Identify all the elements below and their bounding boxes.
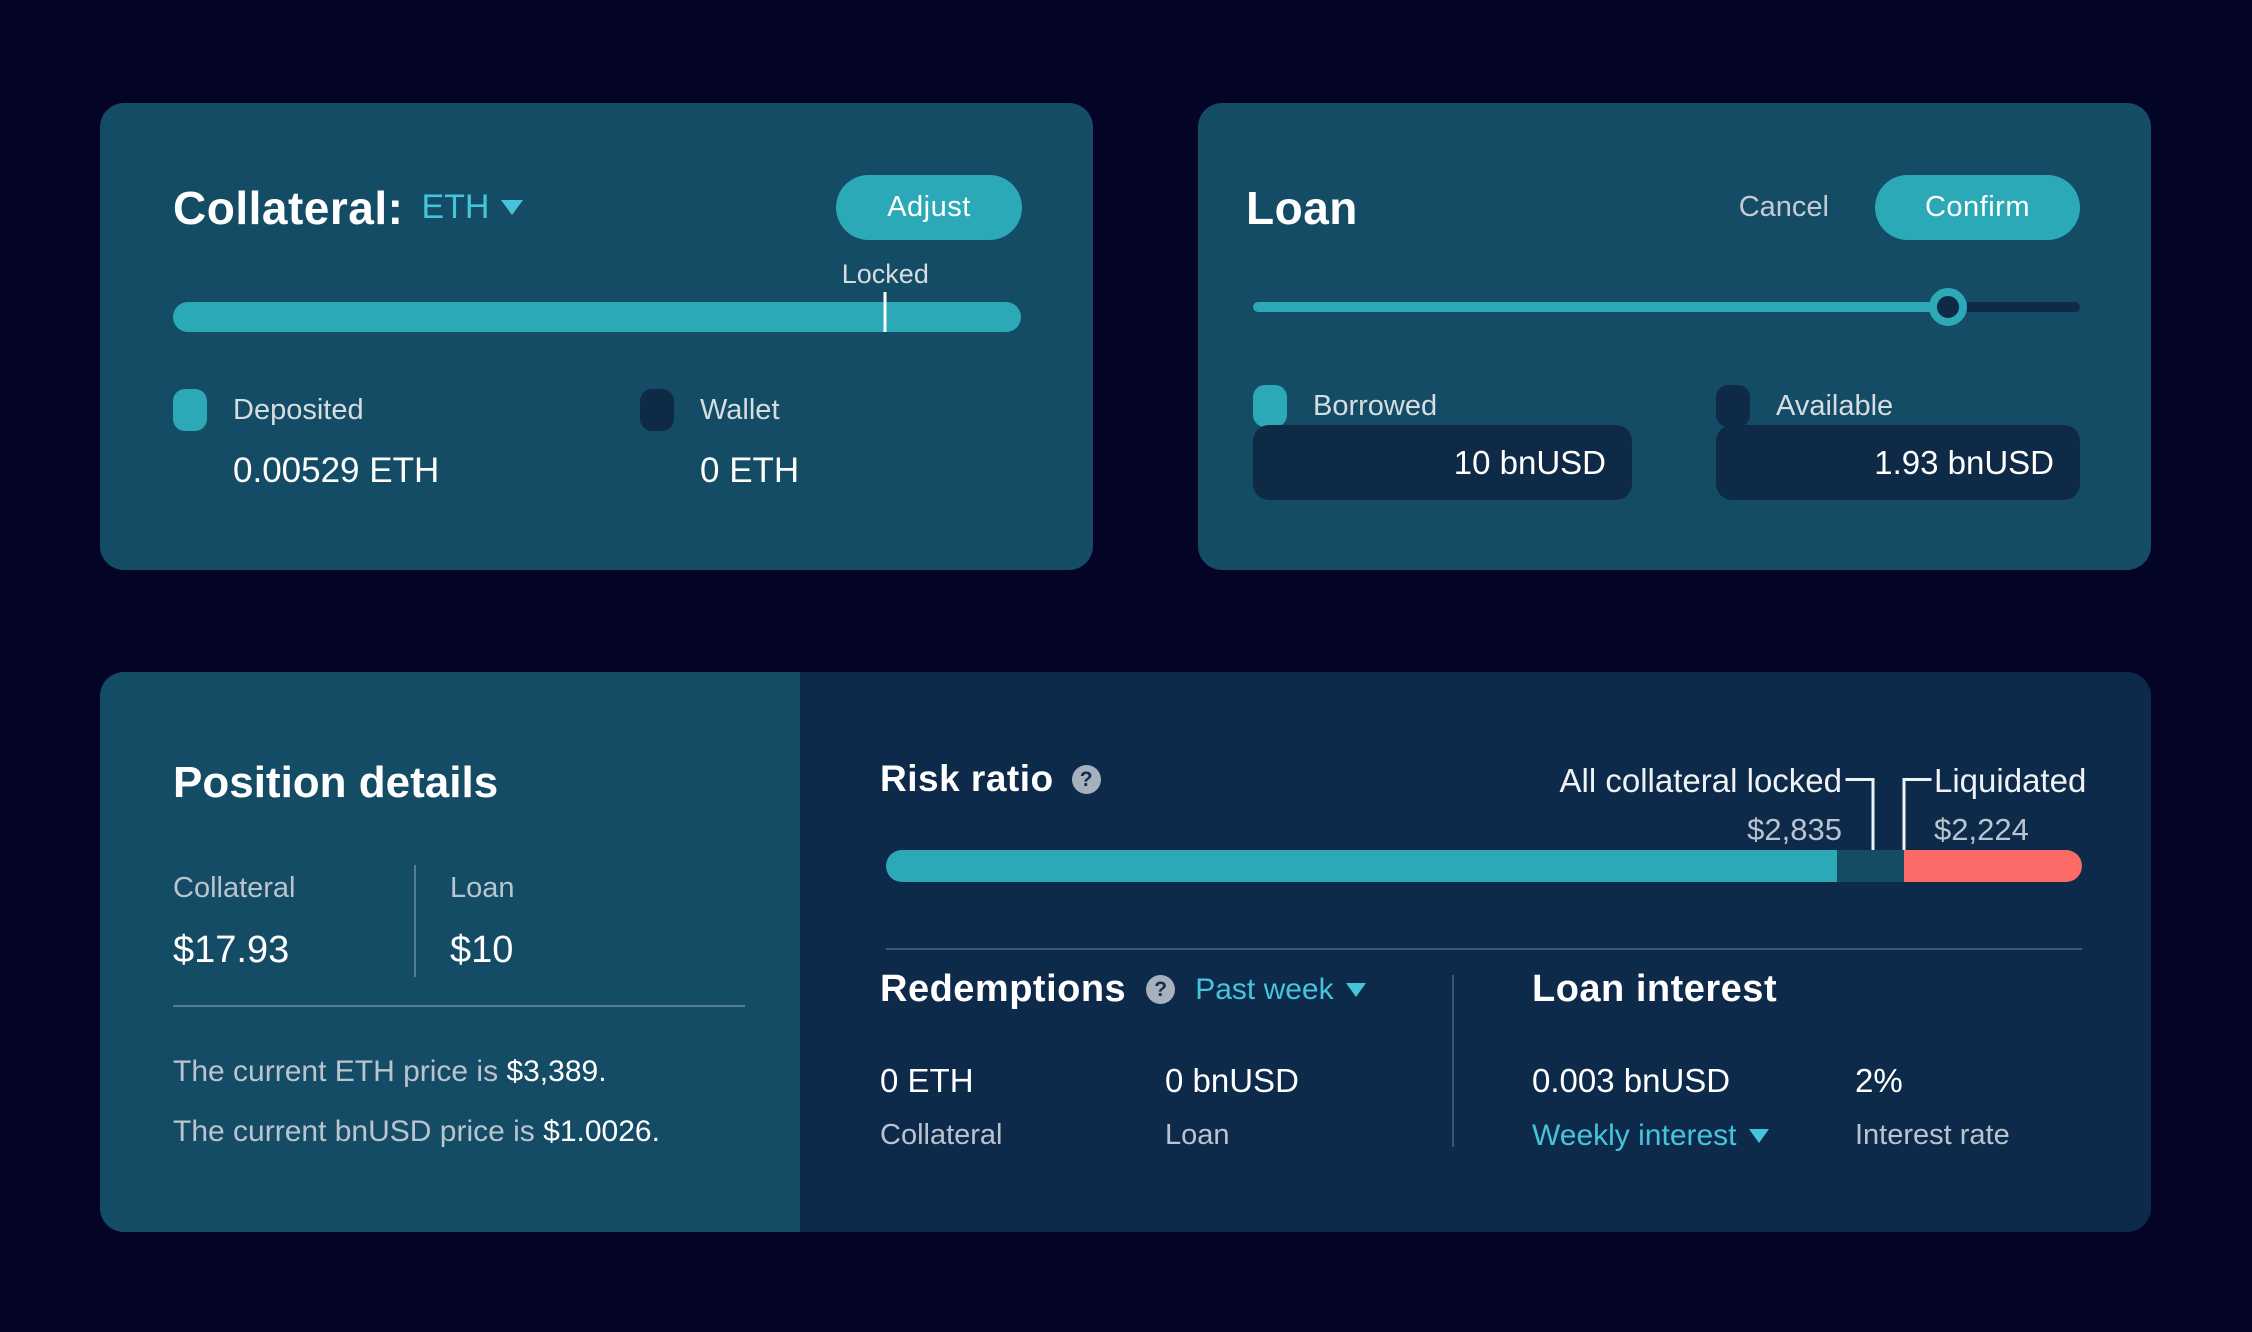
borrowed-checkbox[interactable] xyxy=(1253,385,1287,427)
collateral-title: Collateral: xyxy=(173,181,403,235)
deposited-value: 0.00529 ETH xyxy=(173,451,439,491)
locked-tick xyxy=(884,292,887,332)
loan-slider[interactable] xyxy=(1253,288,2080,326)
bnusd-price-value: $1.0026 xyxy=(543,1115,651,1148)
liquidated-marker: Liquidated $2,224 xyxy=(1934,762,2086,848)
position-loan-label: Loan xyxy=(450,872,515,905)
chevron-down-icon xyxy=(1749,1129,1769,1143)
available-label: Available xyxy=(1776,390,1893,423)
borrowed-label: Borrowed xyxy=(1313,390,1437,423)
redemptions-header: Redemptions ? Past week xyxy=(880,968,1366,1011)
redemptions-loan-label: Loan xyxy=(1165,1119,1230,1152)
risk-ratio-title: Risk ratio xyxy=(880,758,1054,800)
collateral-slider[interactable] xyxy=(173,302,1021,332)
position-collateral-label: Collateral xyxy=(173,872,296,905)
redemptions-interest-divider xyxy=(1452,975,1454,1147)
position-details-title: Position details xyxy=(173,758,498,808)
risk-bar-warning-segment xyxy=(1837,850,1904,882)
collateral-header: Collateral: ETH Adjust xyxy=(173,175,1022,240)
wallet-label: Wallet xyxy=(700,394,780,427)
bnusd-price-note: The current bnUSD price is $1.0026. xyxy=(173,1115,660,1149)
all-collateral-locked-value: $2,835 xyxy=(1560,812,1842,848)
stat-divider xyxy=(414,865,416,977)
deposited-checkbox[interactable] xyxy=(173,389,207,431)
risk-section-divider xyxy=(886,948,2082,950)
loan-title: Loan xyxy=(1246,181,1358,235)
redemptions-collateral-label: Collateral xyxy=(880,1119,1003,1152)
risk-ratio-bar xyxy=(886,850,2082,882)
bnusd-price-prefix: The current bnUSD price is xyxy=(173,1115,543,1148)
redemptions-loan-value: 0 bnUSD xyxy=(1165,1062,1299,1100)
position-details-section: Position details Collateral $17.93 Loan … xyxy=(100,672,800,1232)
available-amount-input[interactable]: 1.93 bnUSD xyxy=(1716,425,2080,500)
chevron-down-icon[interactable] xyxy=(501,200,523,215)
risk-bar-liquidation-segment xyxy=(1904,850,2082,882)
eth-price-value: $3,389 xyxy=(506,1055,598,1088)
question-mark-icon[interactable]: ? xyxy=(1146,975,1175,1004)
section-divider xyxy=(173,1005,745,1007)
available-checkbox[interactable] xyxy=(1716,385,1750,427)
wallet-column: Wallet 0 ETH xyxy=(640,389,799,491)
wallet-value: 0 ETH xyxy=(640,451,799,491)
loan-card: Loan Cancel Confirm Borrowed Available 1… xyxy=(1198,103,2151,570)
cancel-button[interactable]: Cancel xyxy=(1739,191,1829,224)
position-loan-stat: Loan $10 xyxy=(450,872,515,972)
eth-price-prefix: The current ETH price is xyxy=(173,1055,506,1088)
loan-interest-header: Loan interest xyxy=(1532,968,1777,1011)
liquidated-value: $2,224 xyxy=(1934,812,2086,848)
liquidated-label: Liquidated xyxy=(1934,762,2086,800)
bnusd-price-suffix: . xyxy=(652,1115,660,1148)
available-column: Available xyxy=(1716,385,1893,427)
weekly-interest-dropdown[interactable]: Weekly interest xyxy=(1532,1119,1769,1153)
liquidated-line-tick xyxy=(1905,778,1931,781)
interest-rate-value: 2% xyxy=(1855,1062,1903,1100)
deposited-label: Deposited xyxy=(233,394,364,427)
confirm-button[interactable]: Confirm xyxy=(1875,175,2080,240)
locked-marker-label: Locked xyxy=(842,259,929,290)
loan-interest-title: Loan interest xyxy=(1532,968,1777,1011)
borrowed-amount-input[interactable]: 10 bnUSD xyxy=(1253,425,1632,500)
locked-line-tick xyxy=(1845,778,1871,781)
eth-price-suffix: . xyxy=(598,1055,606,1088)
risk-ratio-header: Risk ratio ? xyxy=(880,758,1101,800)
all-collateral-locked-marker: All collateral locked $2,835 xyxy=(1560,762,1842,848)
position-panel: Position details Collateral $17.93 Loan … xyxy=(100,672,2151,1232)
position-collateral-value: $17.93 xyxy=(173,929,296,972)
all-collateral-locked-label: All collateral locked xyxy=(1560,762,1842,800)
borrowed-column: Borrowed xyxy=(1253,385,1437,427)
loan-slider-fill xyxy=(1253,302,1948,312)
redemptions-title: Redemptions xyxy=(880,968,1126,1011)
eth-price-note: The current ETH price is $3,389. xyxy=(173,1055,607,1089)
redemptions-period-dropdown[interactable]: Past week xyxy=(1195,973,1365,1007)
weekly-interest-value: 0.003 bnUSD xyxy=(1532,1062,1730,1100)
wallet-checkbox[interactable] xyxy=(640,389,674,431)
adjust-button[interactable]: Adjust xyxy=(836,175,1022,240)
position-loan-value: $10 xyxy=(450,929,515,972)
redemptions-collateral-value: 0 ETH xyxy=(880,1062,974,1100)
risk-bar-safe-segment xyxy=(886,850,1837,882)
chevron-down-icon xyxy=(1346,983,1366,997)
loan-header: Loan Cancel Confirm xyxy=(1246,175,2080,240)
interest-rate-label: Interest rate xyxy=(1855,1119,2010,1152)
weekly-interest-label: Weekly interest xyxy=(1532,1119,1737,1153)
loan-slider-handle[interactable] xyxy=(1929,288,1967,326)
collateral-asset-selector[interactable]: ETH xyxy=(421,188,489,227)
collateral-card: Collateral: ETH Adjust Locked Deposited … xyxy=(100,103,1093,570)
redemptions-period-value: Past week xyxy=(1195,973,1333,1007)
deposited-column: Deposited 0.00529 ETH xyxy=(173,389,439,491)
question-mark-icon[interactable]: ? xyxy=(1072,765,1101,794)
position-collateral-stat: Collateral $17.93 xyxy=(173,872,296,972)
